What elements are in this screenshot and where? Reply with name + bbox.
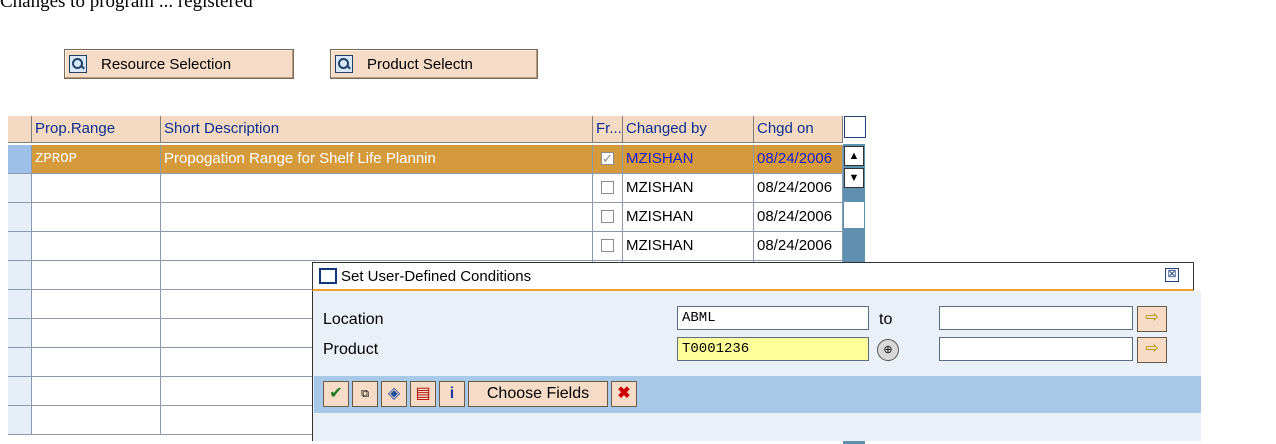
location-to-label: to bbox=[879, 311, 893, 328]
prop-range-cell bbox=[32, 319, 161, 348]
product-selection-button[interactable]: Product Selectn bbox=[330, 49, 538, 79]
fr-checkbox[interactable] bbox=[601, 210, 614, 223]
prop-range-cell bbox=[32, 232, 161, 261]
header-short-description[interactable]: Short Description bbox=[161, 116, 593, 143]
magnifier-icon bbox=[69, 55, 87, 73]
short-description-cell bbox=[161, 232, 593, 261]
row-selector[interactable] bbox=[8, 145, 32, 174]
header-chgd-on[interactable]: Chgd on bbox=[754, 116, 843, 143]
dialog-title: Set User-Defined Conditions bbox=[341, 267, 532, 285]
prop-range-cell bbox=[32, 290, 161, 319]
product-selection-label: Product Selectn bbox=[367, 55, 473, 73]
copy-icon[interactable]: ⧉ bbox=[352, 381, 378, 407]
location-from-field[interactable]: ABML bbox=[677, 306, 869, 330]
table-settings-icon[interactable] bbox=[844, 116, 866, 138]
short-description-cell bbox=[161, 203, 593, 232]
matchcode-icon[interactable]: ⊕ bbox=[877, 339, 899, 361]
chgd-on-cell: 08/24/2006 bbox=[754, 203, 843, 232]
changed-by-cell: MZISHAN bbox=[623, 145, 754, 174]
location-multiple-selection-button[interactable]: ⇨ bbox=[1137, 306, 1167, 332]
close-icon[interactable]: ⊠ bbox=[1165, 268, 1179, 282]
cross-icon[interactable]: ✖ bbox=[611, 381, 637, 407]
row-selector[interactable] bbox=[8, 319, 32, 348]
info-icon[interactable]: i bbox=[439, 381, 465, 407]
fr-cell bbox=[593, 174, 623, 203]
fr-checkbox[interactable] bbox=[601, 239, 614, 252]
product-multiple-selection-button[interactable]: ⇨ bbox=[1137, 337, 1167, 363]
checkmark-icon[interactable]: ✔ bbox=[323, 381, 349, 407]
set-user-defined-conditions-dialog: Set User-Defined Conditions ⊠ Location A… bbox=[312, 262, 1202, 441]
chgd-on-cell: 08/24/2006 bbox=[754, 232, 843, 261]
fr-checkbox[interactable] bbox=[601, 145, 614, 173]
chgd-on-cell: 08/24/2006 bbox=[754, 145, 843, 174]
scroll-thumb[interactable] bbox=[844, 202, 864, 228]
dialog-titlebar: Set User-Defined Conditions ⊠ bbox=[312, 262, 1194, 291]
location-to-field[interactable] bbox=[939, 306, 1133, 330]
prop-range-cell bbox=[32, 203, 161, 232]
dialog-icon bbox=[319, 268, 337, 284]
magnifier-icon bbox=[335, 55, 353, 73]
product-label: Product bbox=[323, 341, 379, 358]
row-selector[interactable] bbox=[8, 348, 32, 377]
fr-checkbox[interactable] bbox=[601, 181, 614, 194]
header-prop-range[interactable]: Prop.Range bbox=[32, 116, 161, 143]
chgd-on-cell: 08/24/2006 bbox=[754, 174, 843, 203]
row-selector[interactable] bbox=[8, 261, 32, 290]
dialog-body: Location ABML to ⇨ Product T0001236 ⊕ ⇨ … bbox=[312, 291, 1201, 441]
header-changed-by[interactable]: Changed by bbox=[623, 116, 754, 143]
product-to-field[interactable] bbox=[939, 337, 1133, 361]
resource-selection-label: Resource Selection bbox=[101, 55, 232, 73]
prop-range-cell bbox=[32, 174, 161, 203]
scroll-down-button[interactable]: ▼ bbox=[844, 168, 864, 188]
prop-range-cell bbox=[32, 406, 161, 435]
prop-range-cell: ZPROP bbox=[32, 145, 161, 174]
header-select-all[interactable] bbox=[8, 116, 32, 143]
changed-by-cell: MZISHAN bbox=[623, 232, 754, 261]
changed-by-cell: MZISHAN bbox=[623, 203, 754, 232]
short-description-cell: Propogation Range for Shelf Life Plannin bbox=[161, 145, 593, 174]
prop-range-cell bbox=[32, 261, 161, 290]
row-selector[interactable] bbox=[8, 203, 32, 232]
prop-range-cell bbox=[32, 348, 161, 377]
row-selector[interactable] bbox=[8, 232, 32, 261]
save-variant-icon[interactable]: ▤ bbox=[410, 381, 436, 407]
fr-cell bbox=[593, 232, 623, 261]
fr-cell bbox=[593, 145, 623, 174]
header-fr[interactable]: Fr... bbox=[593, 116, 623, 143]
row-selector[interactable] bbox=[8, 377, 32, 406]
row-selector[interactable] bbox=[8, 174, 32, 203]
product-from-field[interactable]: T0001236 bbox=[677, 337, 869, 361]
row-selector[interactable] bbox=[8, 406, 32, 435]
location-label: Location bbox=[323, 311, 384, 328]
changed-by-cell: MZISHAN bbox=[623, 174, 754, 203]
multiple-selection-icon[interactable]: ◈ bbox=[381, 381, 407, 407]
fr-cell bbox=[593, 203, 623, 232]
status-text: Changes to program ... registered bbox=[0, 0, 253, 12]
scroll-up-button[interactable]: ▲ bbox=[844, 146, 864, 166]
prop-range-cell bbox=[32, 377, 161, 406]
dialog-toolbar: ✔ ⧉ ◈ ▤ i Choose Fields ✖ bbox=[314, 376, 1201, 413]
choose-fields-button[interactable]: Choose Fields bbox=[468, 381, 608, 407]
short-description-cell bbox=[161, 174, 593, 203]
row-selector[interactable] bbox=[8, 290, 32, 319]
resource-selection-button[interactable]: Resource Selection bbox=[64, 49, 294, 79]
